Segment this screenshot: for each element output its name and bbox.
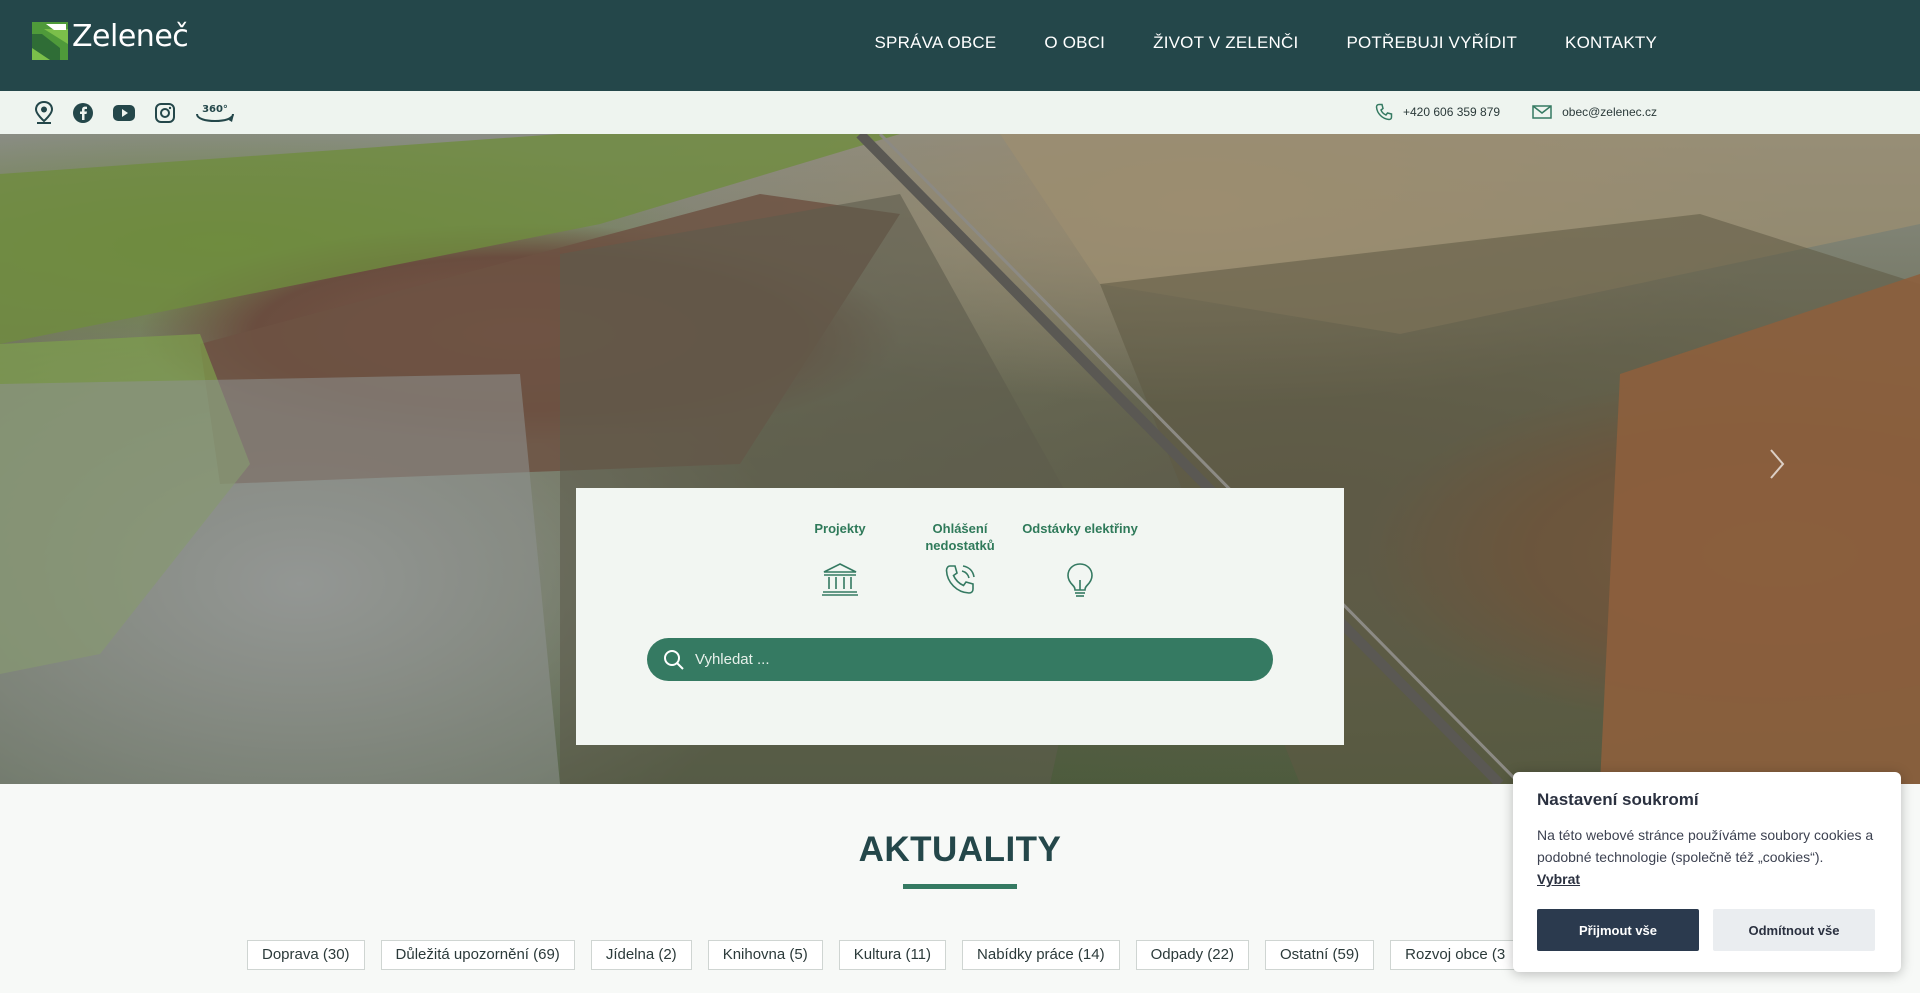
phone-icon	[1375, 103, 1393, 121]
quick-links: Projekty Ohlášení nedostatků Odstávky el…	[576, 520, 1344, 600]
category-chip-dulezita-upozorneni[interactable]: Důležitá upozornění (69)	[380, 940, 575, 970]
nav-item-o-obci[interactable]: O OBCI	[1044, 33, 1105, 53]
contact-phone[interactable]: +420 606 359 879	[1375, 103, 1500, 121]
cookie-choose-link[interactable]: Vybrat	[1537, 868, 1580, 890]
search-bar	[647, 638, 1273, 681]
nav-item-kontakty[interactable]: KONTAKTY	[1565, 33, 1657, 53]
site-header: Zeleneč SPRÁVA OBCE O OBCI ŽIVOT V ZELEN…	[0, 0, 1920, 91]
logo-text: Zeleneč	[72, 18, 189, 54]
logo-mark-icon	[32, 22, 68, 60]
nav-item-zivot-v-zelenci[interactable]: ŽIVOT V ZELENČI	[1153, 33, 1298, 53]
utility-bar: 360° +420 606 359 879 obec@zelenec.cz	[0, 91, 1920, 134]
section-title-underline	[903, 884, 1017, 889]
quick-access-panel: Projekty Ohlášení nedostatků Odstávky el…	[576, 488, 1344, 745]
search-icon[interactable]	[663, 649, 685, 671]
mail-icon	[1532, 105, 1552, 119]
phone-number: +420 606 359 879	[1402, 105, 1501, 119]
category-chip-kultura[interactable]: Kultura (11)	[838, 940, 947, 970]
category-chip-jidelna[interactable]: Jídelna (2)	[590, 940, 692, 970]
category-chip-doprava[interactable]: Doprava (30)	[247, 940, 365, 970]
accept-all-button[interactable]: Přijmout vše	[1537, 909, 1699, 951]
cookie-title: Nastavení soukromí	[1537, 790, 1699, 809]
quick-link-label: Odstávky elektřiny	[1022, 521, 1138, 536]
bank-building-icon	[822, 563, 858, 596]
facebook-icon[interactable]	[72, 102, 94, 124]
quick-link-odstavky-elektriny[interactable]: Odstávky elektřiny	[1020, 520, 1140, 600]
cookie-actions: Přijmout vše Odmítnout vše	[1537, 909, 1875, 951]
reject-all-button[interactable]: Odmítnout vše	[1713, 909, 1875, 951]
email-address: obec@zelenec.cz	[1562, 105, 1657, 119]
search-input[interactable]	[695, 638, 1255, 681]
cookie-description: Na této webové stránce používáme soubory…	[1537, 824, 1877, 890]
quick-link-projekty[interactable]: Projekty	[780, 520, 900, 600]
360-label: 360°	[202, 104, 228, 115]
360-view-icon[interactable]: 360°	[194, 102, 236, 124]
category-chip-nabidky-prace[interactable]: Nabídky práce (14)	[962, 940, 1120, 970]
main-nav: SPRÁVA OBCE O OBCI ŽIVOT V ZELENČI POTŘE…	[875, 33, 1657, 53]
site-logo[interactable]: Zeleneč	[32, 18, 189, 60]
lightbulb-icon	[1067, 563, 1093, 597]
instagram-icon[interactable]	[154, 102, 176, 124]
quick-link-ohlaseni-nedostatku[interactable]: Ohlášení nedostatků	[900, 520, 1020, 600]
cookie-text: Na této webové stránce používáme soubory…	[1537, 827, 1874, 865]
cookie-consent-dialog: Nastavení soukromí Na této webové stránc…	[1513, 772, 1901, 972]
hero-next-arrow-icon[interactable]	[1767, 444, 1787, 484]
category-chip-rozvoj-obce[interactable]: Rozvoj obce (3	[1390, 940, 1521, 970]
map-pin-icon[interactable]	[34, 101, 54, 125]
category-chip-odpady[interactable]: Odpady (22)	[1135, 940, 1249, 970]
contact-email[interactable]: obec@zelenec.cz	[1532, 105, 1657, 119]
category-chip-knihovna[interactable]: Knihovna (5)	[707, 940, 823, 970]
quick-link-label: Ohlášení nedostatků	[925, 521, 995, 553]
nav-item-sprava-obce[interactable]: SPRÁVA OBCE	[875, 33, 997, 53]
quick-link-label: Projekty	[814, 521, 866, 536]
social-links: 360°	[34, 101, 236, 125]
nav-item-potrebuji-vyridit[interactable]: POTŘEBUJI VYŘÍDIT	[1346, 33, 1517, 53]
category-chip-ostatni[interactable]: Ostatní (59)	[1264, 940, 1375, 970]
youtube-icon[interactable]	[112, 104, 136, 122]
phone-call-icon	[945, 565, 975, 594]
contact-info: +420 606 359 879 obec@zelenec.cz	[1375, 103, 1657, 121]
